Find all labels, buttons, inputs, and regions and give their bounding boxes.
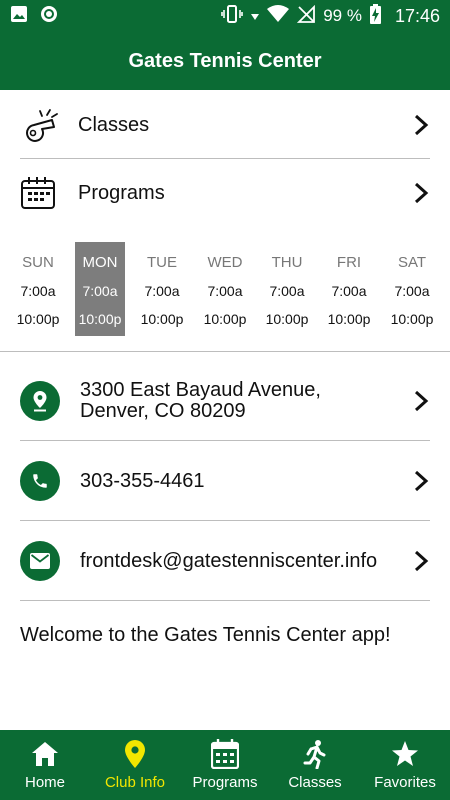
classes-row[interactable]: Classes <box>20 92 430 158</box>
status-bar: 99 % 17:46 <box>0 0 450 32</box>
chevron-right-icon <box>412 549 430 573</box>
close-time: 10:00p <box>140 311 184 327</box>
running-person-icon <box>300 739 330 769</box>
classes-label: Classes <box>78 113 150 136</box>
programs-label: Programs <box>78 181 165 204</box>
nav-label: Home <box>24 774 65 791</box>
app-bar: Gates Tennis Center <box>0 32 450 90</box>
divider <box>20 158 430 159</box>
open-time: 7:00a <box>394 283 430 299</box>
nav-club-info[interactable]: Club Info <box>90 730 180 800</box>
close-time: 10:00p <box>203 311 247 327</box>
address-row[interactable]: 3300 East Bayaud Avenue, Denver, CO 8020… <box>20 362 430 440</box>
day-column-mon: MON 7:00a 10:00p <box>75 242 125 336</box>
record-notification-icon <box>40 5 58 28</box>
open-time: 7:00a <box>331 283 367 299</box>
page-title: Gates Tennis Center <box>128 49 322 72</box>
open-time: 7:00a <box>269 283 305 299</box>
vibrate-icon <box>221 4 244 28</box>
open-time: 7:00a <box>82 283 118 299</box>
nav-home[interactable]: Home <box>0 730 90 800</box>
day-name: WED <box>207 254 243 271</box>
phone-icon <box>20 461 60 501</box>
close-time: 10:00p <box>16 311 60 327</box>
whistle-icon <box>20 105 60 145</box>
open-time: 7:00a <box>207 283 243 299</box>
chevron-right-icon <box>412 181 430 205</box>
day-column-wed: WED 7:00a 10:00p <box>200 242 250 336</box>
nav-label: Favorites <box>374 774 436 791</box>
battery-percent: 99 % <box>323 6 362 25</box>
chevron-right-icon <box>412 389 430 413</box>
no-signal-icon <box>297 4 316 28</box>
nav-label: Club Info <box>104 774 166 791</box>
home-icon <box>30 739 60 769</box>
image-notification-icon <box>10 5 28 28</box>
bottom-nav: Home Club Info Programs Classes Favorite… <box>0 730 450 800</box>
star-icon <box>390 739 420 769</box>
nav-label: Classes <box>288 774 342 791</box>
day-name: FRI <box>336 254 362 271</box>
chevron-right-icon <box>412 469 430 493</box>
open-time: 7:00a <box>144 283 180 299</box>
location-pin-icon <box>20 381 60 421</box>
email-icon <box>20 541 60 581</box>
close-time: 10:00p <box>78 311 122 327</box>
day-name: MON <box>82 254 118 271</box>
wifi-icon <box>267 4 290 28</box>
hours-schedule: SUN 7:00a 10:00p MON 7:00a 10:00p TUE 7:… <box>0 242 450 338</box>
email-address: frontdesk@gatestenniscenter.info <box>80 549 378 572</box>
address-line2: Denver, CO 80209 <box>80 400 246 422</box>
clock: 17:46 <box>394 5 440 26</box>
calendar-icon <box>210 739 240 769</box>
nav-programs[interactable]: Programs <box>180 730 270 800</box>
divider <box>0 351 450 352</box>
programs-row[interactable]: Programs <box>20 160 430 226</box>
welcome-message: Welcome to the Gates Tennis Center app! <box>20 624 391 646</box>
close-time: 10:00p <box>390 311 434 327</box>
day-name: SUN <box>22 254 54 271</box>
divider <box>20 600 430 601</box>
location-pin-icon <box>120 739 150 769</box>
day-column-sun: SUN 7:00a 10:00p <box>13 242 63 336</box>
phone-number: 303-355-4461 <box>80 469 205 492</box>
divider <box>20 440 430 441</box>
open-time: 7:00a <box>20 283 56 299</box>
day-name: TUE <box>147 254 177 271</box>
nav-favorites[interactable]: Favorites <box>360 730 450 800</box>
address-line1: 3300 East Bayaud Avenue, <box>80 379 321 401</box>
battery-charging-icon <box>369 3 381 29</box>
day-name: THU <box>271 254 303 271</box>
data-arrow-icon <box>251 6 260 26</box>
day-column-tue: TUE 7:00a 10:00p <box>137 242 187 336</box>
day-column-thu: THU 7:00a 10:00p <box>262 242 312 336</box>
day-column-fri: FRI 7:00a 10:00p <box>324 242 374 336</box>
nav-label: Programs <box>192 774 258 791</box>
nav-classes[interactable]: Classes <box>270 730 360 800</box>
chevron-right-icon <box>412 113 430 137</box>
email-row[interactable]: frontdesk@gatestenniscenter.info <box>20 522 430 600</box>
day-column-sat: SAT 7:00a 10:00p <box>387 242 437 336</box>
close-time: 10:00p <box>265 311 309 327</box>
calendar-icon <box>20 173 60 213</box>
phone-row[interactable]: 303-355-4461 <box>20 442 430 520</box>
day-name: SAT <box>397 254 427 271</box>
close-time: 10:00p <box>327 311 371 327</box>
divider <box>20 520 430 521</box>
